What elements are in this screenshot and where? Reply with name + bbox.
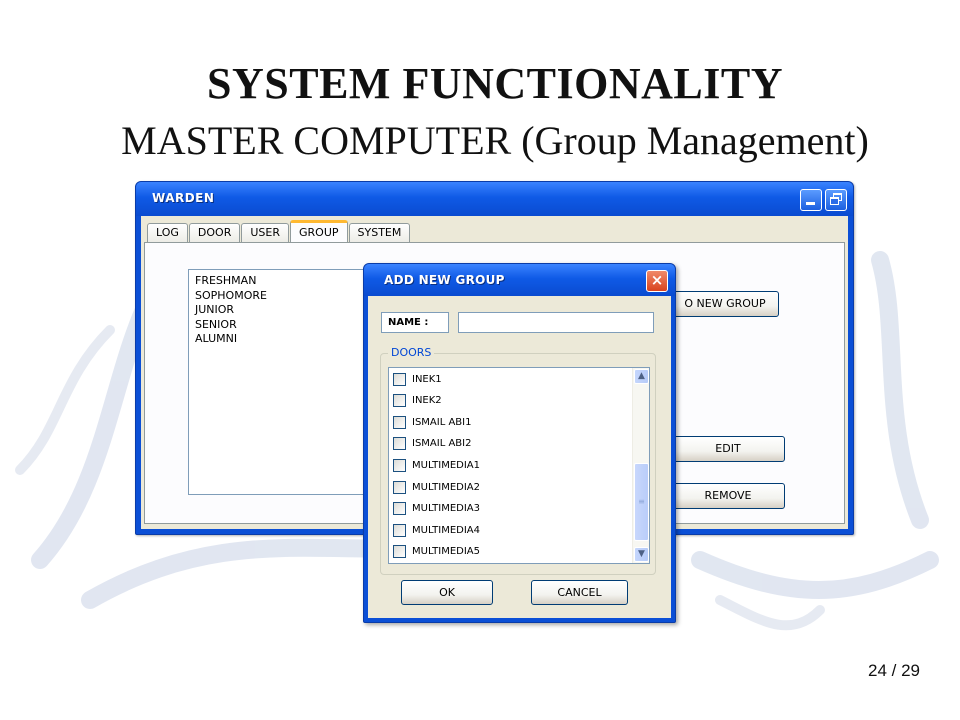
- list-item[interactable]: FRESHMAN: [195, 274, 381, 289]
- tab-group[interactable]: GROUP: [290, 220, 348, 243]
- list-item[interactable]: ISMAIL ABI1: [393, 413, 471, 431]
- scroll-thumb[interactable]: ≡: [634, 463, 649, 541]
- dialog-client-area: NAME : DOORS INEK1 INEK2 ISMAIL ABI1 ISM…: [368, 296, 671, 618]
- tab-log[interactable]: LOG: [147, 223, 188, 243]
- list-item[interactable]: MULTIMEDIA4: [393, 521, 480, 539]
- tab-door[interactable]: DOOR: [188, 223, 241, 243]
- minimize-icon[interactable]: [800, 189, 822, 211]
- door-label: MULTIMEDIA5: [412, 546, 480, 558]
- door-label: INEK2: [412, 395, 442, 407]
- list-item[interactable]: INEK1: [393, 370, 442, 388]
- page-number: 24 / 29: [868, 661, 920, 680]
- list-item[interactable]: ALUMNI: [195, 332, 381, 347]
- warden-window-title: WARDEN: [152, 191, 215, 205]
- warden-titlebar[interactable]: WARDEN: [136, 182, 853, 216]
- list-item[interactable]: MULTIMEDIA1: [393, 456, 480, 474]
- ok-button[interactable]: OK: [401, 580, 493, 605]
- cancel-button[interactable]: CANCEL: [531, 580, 628, 605]
- edit-button[interactable]: EDIT: [671, 436, 785, 462]
- name-label: NAME :: [381, 312, 449, 333]
- door-label: ISMAIL ABI1: [412, 416, 472, 428]
- remove-button[interactable]: REMOVE: [671, 483, 785, 509]
- dialog-titlebar[interactable]: ADD NEW GROUP ×: [364, 264, 675, 296]
- slide-title: SYSTEM FUNCTIONALITY: [207, 59, 783, 108]
- close-icon[interactable]: ×: [646, 270, 668, 292]
- door-label: MULTIMEDIA4: [412, 524, 480, 536]
- slide-subtitle: MASTER COMPUTER (Group Management): [121, 118, 869, 163]
- list-item[interactable]: JUNIOR: [195, 303, 381, 318]
- list-item[interactable]: ISMAIL ABI2: [393, 435, 471, 453]
- checkbox[interactable]: [393, 523, 406, 537]
- dialog-title: ADD NEW GROUP: [384, 273, 505, 287]
- list-item[interactable]: MULTIMEDIA2: [393, 478, 480, 496]
- scroll-down-icon[interactable]: ▼: [634, 547, 649, 562]
- door-label: MULTIMEDIA1: [412, 459, 480, 471]
- group-name-input[interactable]: [458, 312, 654, 333]
- add-new-group-button[interactable]: O NEW GROUP: [671, 291, 779, 317]
- restore-icon[interactable]: [825, 189, 847, 211]
- list-item[interactable]: MULTIMEDIA5: [393, 543, 480, 561]
- tab-system[interactable]: SYSTEM: [348, 223, 411, 243]
- checkbox[interactable]: [393, 458, 406, 472]
- doors-groupbox: DOORS INEK1 INEK2 ISMAIL ABI1 ISMAIL ABI…: [380, 346, 656, 575]
- tab-strip: LOG DOOR USER GROUP SYSTEM: [147, 220, 411, 243]
- door-label: INEK1: [412, 373, 442, 385]
- checkbox[interactable]: [393, 480, 406, 494]
- list-item[interactable]: SOPHOMORE: [195, 289, 381, 304]
- door-label: MULTIMEDIA2: [412, 481, 480, 493]
- door-label: MULTIMEDIA3: [412, 503, 480, 515]
- list-item[interactable]: MULTIMEDIA3: [393, 500, 480, 518]
- doors-checklist[interactable]: INEK1 INEK2 ISMAIL ABI1 ISMAIL ABI2 MULT…: [388, 367, 650, 564]
- tab-user[interactable]: USER: [241, 223, 289, 243]
- checkbox[interactable]: [393, 394, 406, 408]
- scroll-up-icon[interactable]: ▲: [634, 369, 649, 384]
- door-label: ISMAIL ABI2: [412, 438, 472, 450]
- checkbox[interactable]: [393, 415, 406, 429]
- doors-scrollbar[interactable]: ▲ ≡ ▼: [632, 368, 649, 563]
- doors-legend: DOORS: [388, 346, 435, 359]
- list-item[interactable]: INEK2: [393, 392, 442, 410]
- checkbox[interactable]: [393, 502, 406, 516]
- checkbox[interactable]: [393, 437, 406, 451]
- checkbox[interactable]: [393, 545, 406, 559]
- list-item[interactable]: SENIOR: [195, 318, 381, 333]
- checkbox[interactable]: [393, 372, 406, 386]
- group-list[interactable]: FRESHMAN SOPHOMORE JUNIOR SENIOR ALUMNI: [188, 269, 388, 495]
- add-new-group-dialog: ADD NEW GROUP × NAME : DOORS INEK1 INEK2…: [363, 263, 676, 623]
